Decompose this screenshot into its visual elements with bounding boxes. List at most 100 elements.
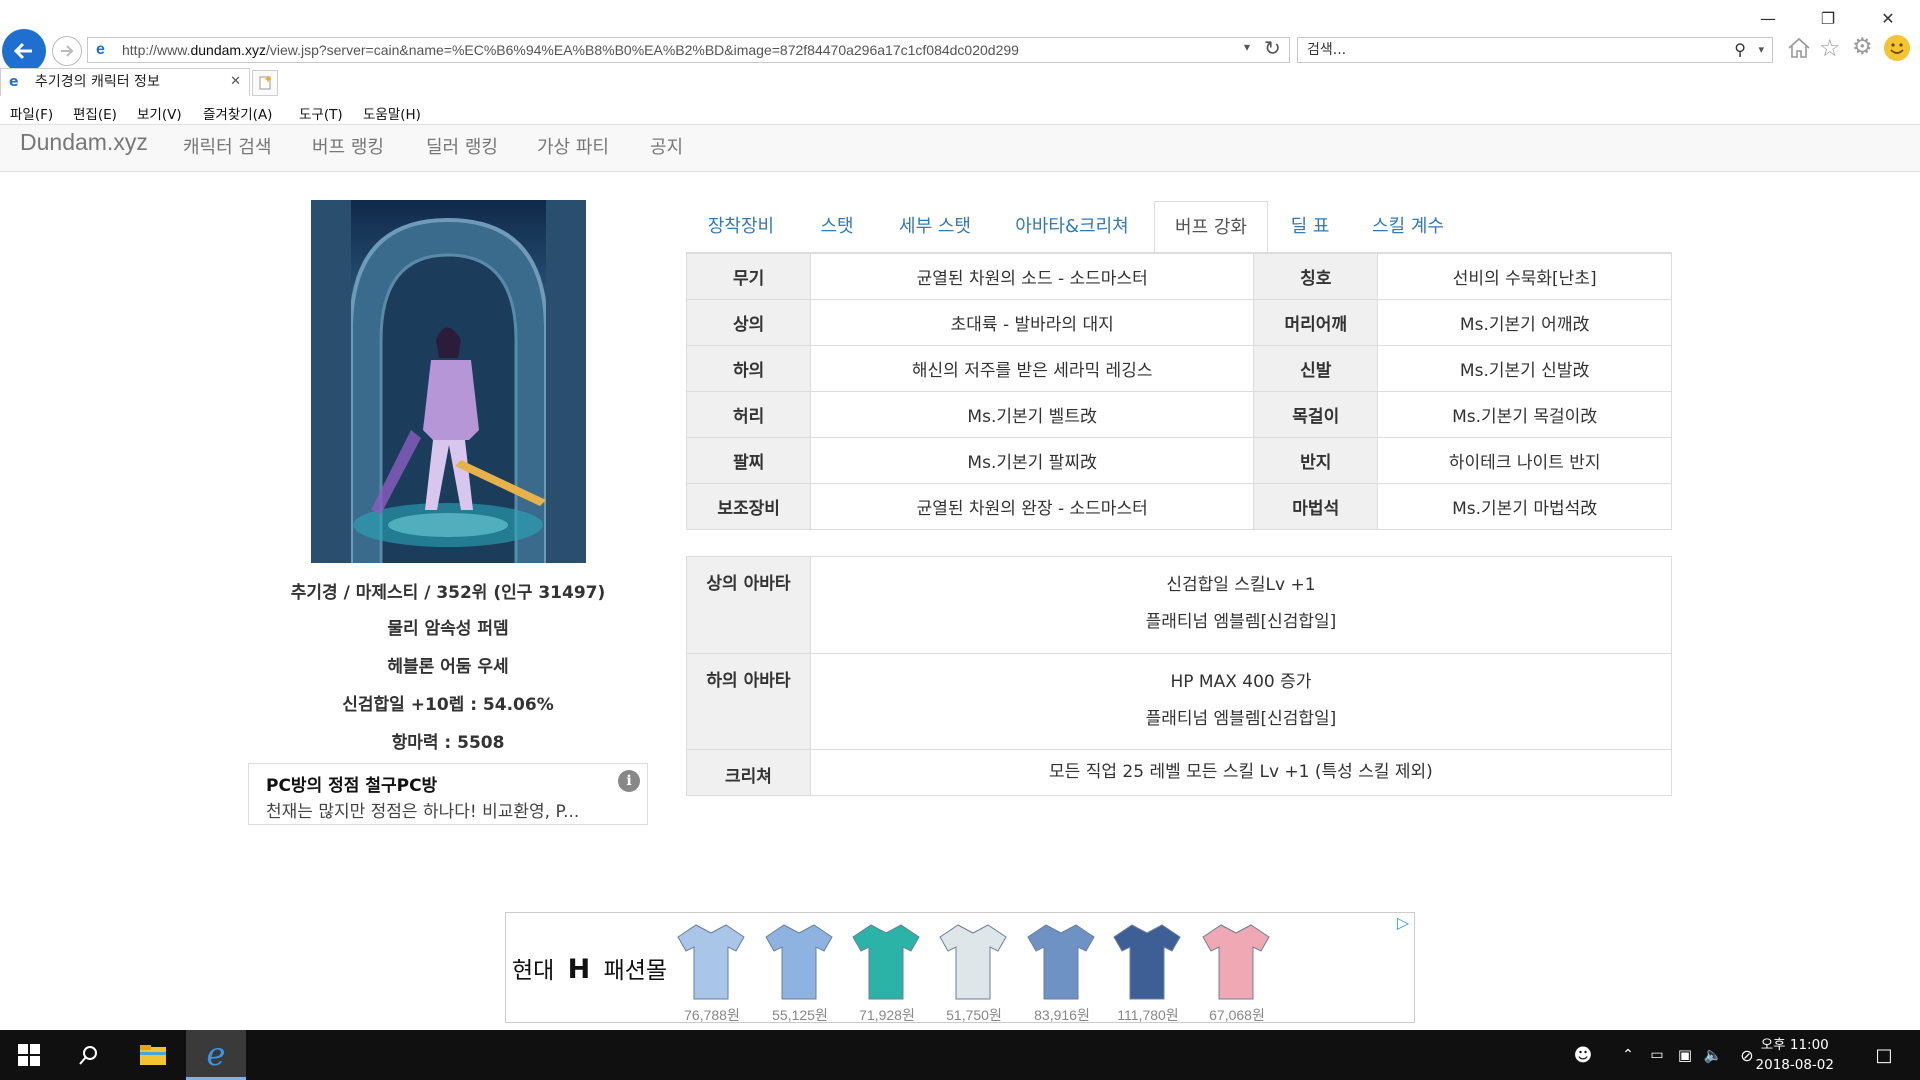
tray-chevron-up-icon[interactable]: ⌃ [1618,1030,1638,1080]
restore-button[interactable]: ❐ [1798,4,1858,32]
nav-notice[interactable]: 공지 [650,133,683,159]
ad-product-image[interactable] [1024,919,1099,1003]
tab-equipment[interactable]: 장착장비 [686,201,796,253]
avatar-table: 상의 아바타 신검합일 스킬Lv +1 플래티넘 엠블렘[신검합일] 하의 아바… [686,556,1673,796]
ad-product-image[interactable] [1199,919,1274,1003]
internet-explorer-icon: e [206,1034,226,1073]
slot-item: Ms.기본기 마법석改 [1377,483,1672,530]
ad-brand: 현대 H 패션몰 [512,951,667,985]
slot-label: 보조장비 [685,483,812,530]
site-navbar: Dundam.xyz 캐릭터 검색 버프 랭킹 딜러 랭킹 가상 파티 공지 [0,124,1920,172]
forward-button[interactable] [52,36,82,66]
ad-product-price: 71,928원 [859,1007,915,1023]
slot-label: 팔찌 [685,437,812,484]
slot-label: 무기 [685,253,812,300]
nav-virtual-party[interactable]: 가상 파티 [537,133,609,159]
taskbar-clock[interactable]: 오후 11:00 2018-08-02 [1756,1035,1834,1075]
avatar-emblem: 플래티넘 엠블렘[신검합일] [1145,709,1337,729]
ad-brand-logo: H [567,954,591,985]
browser-tab[interactable]: e 추기경의 캐릭터 정보 ✕ [0,68,250,96]
folder-icon [140,1045,166,1065]
tab-stats[interactable]: 스탯 [802,201,872,253]
taskbar-search-button[interactable] [64,1030,114,1080]
slot-label: 목걸이 [1253,391,1379,438]
ad-product-image[interactable] [762,919,837,1003]
nav-character-search[interactable]: 캐릭터 검색 [183,133,272,159]
slot-label: 허리 [685,391,812,438]
side-ad-text: 천재는 많지만 정점은 하나다! 비교환영, P... [266,802,580,822]
table-row: 상의 아바타 신검합일 스킬Lv +1 플래티넘 엠블렘[신검합일] [686,556,1673,654]
action-center-icon[interactable]: □ [1864,1030,1904,1080]
file-explorer-button[interactable] [128,1030,178,1080]
bottom-ad-banner[interactable]: 현대 H 패션몰 76,788원 55,125원 71,928원 51,750원 83,… [505,912,1415,1023]
ad-product-image[interactable] [674,919,749,1003]
menu-help[interactable]: 도움말(H) [363,103,421,123]
menu-file[interactable]: 파일(F) [10,103,53,123]
tab-buff-enhance[interactable]: 버프 강화 [1154,201,1268,253]
search-icon[interactable]: ⚲ [1734,38,1746,62]
nav-buff-ranking[interactable]: 버프 랭킹 [312,133,384,159]
avatar-option: 신검합일 스킬Lv +1 [1166,575,1316,595]
nav-dealer-ranking[interactable]: 딜러 랭킹 [426,133,498,159]
taskbar: e ☻ ⌃ ▭ ▣ 🔈 ⊘ 오후 11:00 2018-08-02 □ [0,1030,1920,1080]
search-placeholder: 검색... [1307,42,1347,58]
settings-gear-icon[interactable]: ⚙ [1852,34,1873,60]
character-element-advantage: 헤블론 어둠 우세 [387,657,509,677]
slot-label: 머리어깨 [1253,299,1379,346]
volume-icon[interactable]: 🔈 [1700,1030,1726,1080]
ad-product-price: 83,916원 [1034,1007,1090,1023]
menu-favorites[interactable]: 즐겨찾기(A) [203,103,272,123]
ad-brand-pre: 현대 [512,958,555,984]
search-dropdown-icon[interactable]: ▾ [1758,38,1764,62]
ad-product-image[interactable] [1110,919,1185,1003]
table-row: 상의 초대륙 - 발바라의 대지 머리어깨 Ms.기본기 어깨改 [685,299,1672,346]
tab-skill-coefficient[interactable]: 스킬 계수 [1352,201,1464,253]
address-dropdown-icon[interactable]: ▾ [1244,40,1250,54]
clock-time: 오후 11:00 [1760,1037,1829,1053]
slot-label: 하의 [685,345,812,392]
ad-product-price: 67,068원 [1209,1007,1265,1023]
search-input[interactable]: 검색... ⚲ ▾ [1297,37,1773,63]
menu-tools[interactable]: 도구(T) [299,103,343,123]
slot-item: 하이테크 나이트 반지 [1377,437,1672,484]
site-brand[interactable]: Dundam.xyz [20,129,148,156]
battery-icon[interactable]: ▭ [1644,1030,1670,1080]
address-bar[interactable]: e http://www.dundam.xyz/view.jsp?server=… [87,37,1290,63]
slot-label: 반지 [1253,437,1379,484]
close-window-button[interactable]: ✕ [1858,4,1918,32]
ie-taskbar-button[interactable]: e [186,1030,246,1080]
slot-item: Ms.기본기 벨트改 [810,391,1255,438]
side-ad[interactable]: PC방의 정점 철구PC방 천재는 많지만 정점은 하나다! 비교환영, P..… [248,763,648,825]
people-icon[interactable]: ☻ [1566,1030,1600,1080]
character-image [311,200,586,563]
ie-page-icon: e [96,41,105,58]
favorites-star-icon[interactable]: ☆ [1819,34,1841,62]
adchoices-icon[interactable]: ▷ [1393,913,1413,932]
ad-product-image[interactable] [849,919,924,1003]
new-tab-icon [259,75,272,90]
slot-item: 균열된 차원의 완장 - 소드마스터 [810,483,1255,530]
back-arrow-icon [13,42,32,60]
home-icon[interactable] [1786,35,1812,61]
new-tab-button[interactable] [252,70,278,96]
refresh-icon[interactable]: ↻ [1264,36,1281,60]
feedback-smiley-icon[interactable] [1884,35,1910,61]
network-icon[interactable]: ▣ [1672,1030,1698,1080]
back-button[interactable] [2,29,46,73]
start-button[interactable] [0,1030,58,1080]
menu-edit[interactable]: 편집(E) [73,103,117,123]
avatar-emblem: 플래티넘 엠블렘[신검합일] [1145,612,1337,632]
tab-detail-stats[interactable]: 세부 스탯 [880,201,990,253]
ad-info-icon[interactable]: i [618,770,640,792]
ad-product-image[interactable] [936,919,1011,1003]
tab-avatar-creature[interactable]: 아바타&크리쳐 [998,201,1146,253]
slot-item: 해신의 저주를 받은 세라믹 레깅스 [810,345,1255,392]
minimize-button[interactable]: — [1738,4,1798,32]
slot-item: Ms.기본기 팔찌改 [810,437,1255,484]
character-damage-type: 물리 암속성 퍼뎀 [387,619,509,639]
menu-view[interactable]: 보기(V) [137,103,182,123]
table-row: 팔찌 Ms.기본기 팔찌改 반지 하이테크 나이트 반지 [685,437,1672,484]
ad-product-price: 55,125원 [772,1007,828,1023]
tab-deal-table[interactable]: 딜 표 [1276,201,1344,253]
tab-close-icon[interactable]: ✕ [230,69,241,95]
